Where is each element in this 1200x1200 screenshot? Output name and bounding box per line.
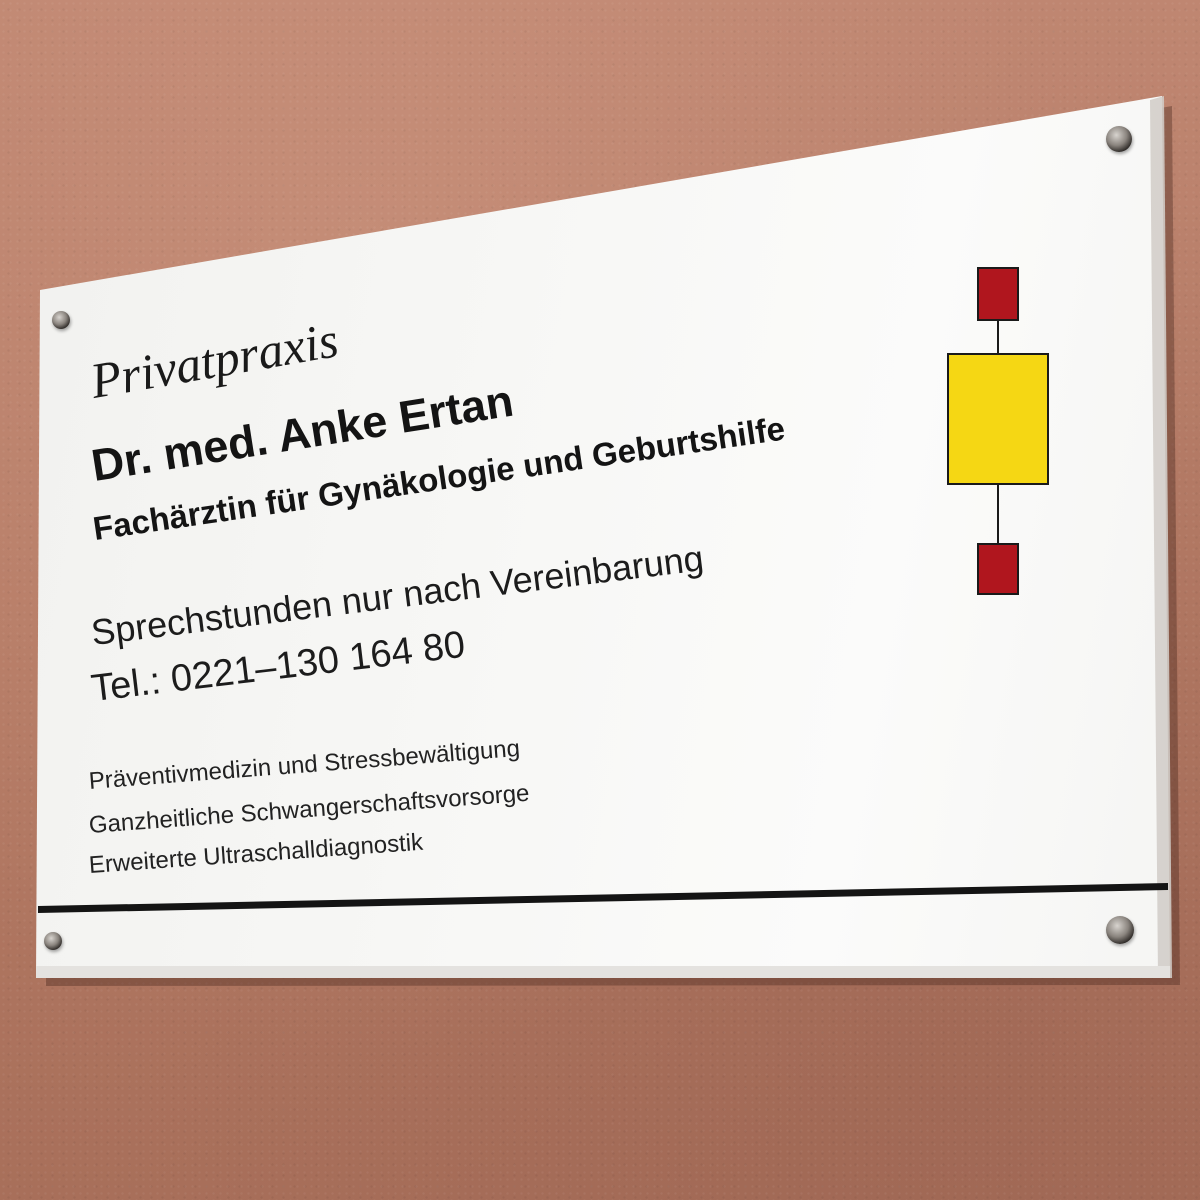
practice-logo-icon <box>940 262 1056 602</box>
logo-bottom-square <box>977 543 1019 595</box>
logo-center-square <box>947 353 1049 485</box>
logo-top-square <box>977 267 1019 321</box>
practice-title: Privatpraxis <box>86 311 343 410</box>
